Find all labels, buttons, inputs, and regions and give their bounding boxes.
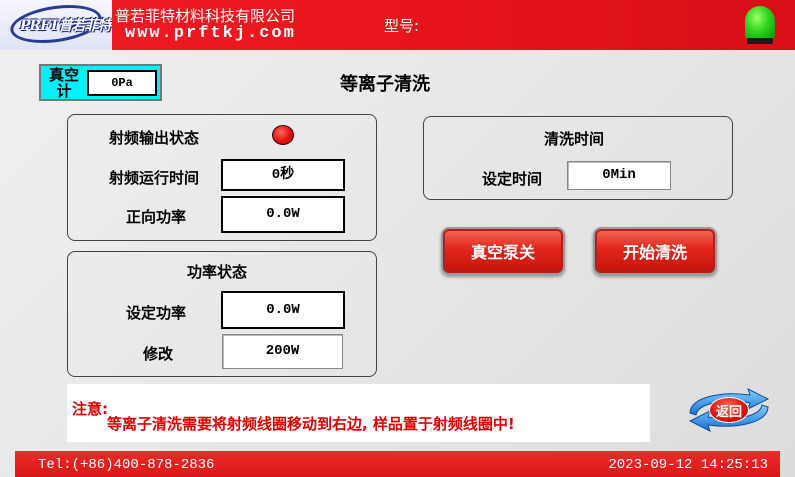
model-label: 型号:: [384, 17, 420, 35]
page-title: 等离子清洗: [340, 74, 430, 95]
status-lamp-icon: [745, 6, 775, 44]
rf-run-time-label: 射频运行时间: [109, 169, 200, 187]
power-status-title: 功率状态: [187, 263, 248, 281]
vacuum-pump-button[interactable]: 真空泵关: [441, 227, 565, 275]
back-button[interactable]: 返回: [682, 387, 776, 433]
status-lamp-light: [745, 6, 775, 40]
set-power-value: 0.0W: [221, 291, 345, 329]
logo-text: PRFT普若菲特: [20, 18, 112, 34]
header-bar: PRFT普若菲特 普若菲特材料科技有限公司 www.prftkj.com 型号:: [0, 0, 795, 50]
company-name: 普若菲特材料科技有限公司: [115, 7, 296, 25]
footer-datetime: 2023-09-12 14:25:13: [608, 457, 768, 473]
rf-run-time-value: 0秒: [221, 159, 345, 191]
rf-output-state-label: 射频输出状态: [109, 129, 200, 147]
status-lamp-base: [747, 38, 773, 44]
footer-telephone: Tel:(+86)400-878-2836: [38, 457, 215, 473]
back-button-label: 返回: [709, 397, 749, 423]
forward-power-label: 正向功率: [126, 208, 187, 226]
vacuum-gauge-value: 0Pa: [87, 70, 157, 96]
modify-power-label: 修改: [143, 345, 174, 363]
cleaning-time-title: 清洗时间: [544, 130, 605, 148]
set-time-label: 设定时间: [482, 170, 543, 188]
set-time-input[interactable]: 0Min: [567, 161, 671, 190]
notice-text: 等离子清洗需要将射频线圈移动到右边, 样品置于射频线圈中!: [107, 415, 515, 433]
notice-box: 注意: 等离子清洗需要将射频线圈移动到右边, 样品置于射频线圈中!: [67, 384, 650, 442]
rf-output-indicator-icon: [272, 125, 294, 145]
company-logo: PRFT普若菲特: [0, 0, 112, 50]
vacuum-gauge-label: 真空计: [48, 66, 79, 100]
modify-power-input[interactable]: 200W: [222, 334, 343, 369]
set-power-label: 设定功率: [126, 304, 187, 322]
vacuum-gauge: 真空计 0Pa: [39, 64, 162, 101]
company-website: www.prftkj.com: [125, 24, 296, 43]
status-footer: Tel:(+86)400-878-2836 2023-09-12 14:25:1…: [15, 451, 780, 477]
forward-power-value: 0.0W: [221, 196, 345, 233]
start-cleaning-button[interactable]: 开始清洗: [593, 227, 717, 275]
notice-title: 注意:: [72, 400, 108, 418]
